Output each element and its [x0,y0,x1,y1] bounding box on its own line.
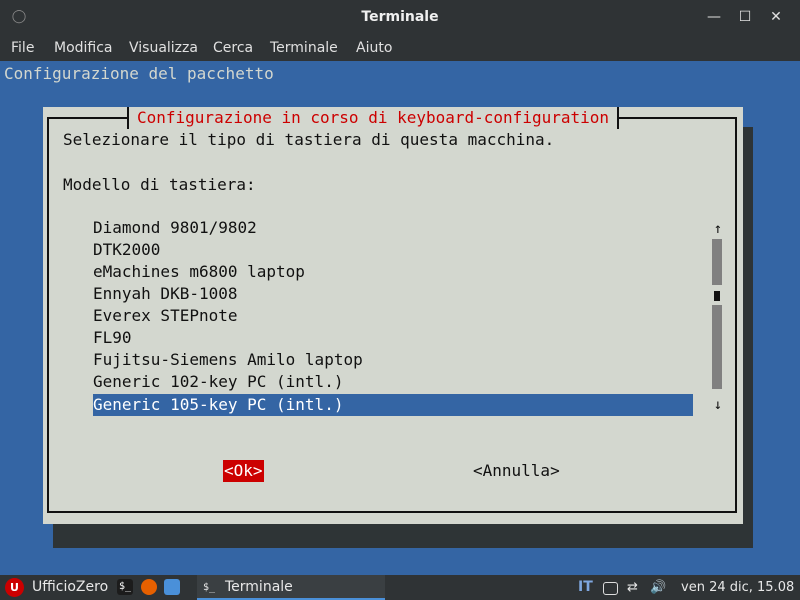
start-menu-icon[interactable]: U [5,578,24,597]
volume-icon[interactable]: 🔊 [650,575,666,600]
start-menu-label[interactable]: UfficioZero [32,575,108,600]
taskbar: U UfficioZero $_ $_ Terminale IT ⇄ 🔊 ven… [0,575,800,600]
terminal-area[interactable]: Configurazione del pacchetto Configurazi… [0,61,800,575]
dialog-title: Configurazione in corso di keyboard-conf… [127,107,620,129]
menu-bar: File Modifica Visualizza Cerca Terminale… [0,35,800,61]
list-item[interactable]: Generic 102-key PC (intl.) [93,371,693,393]
task-label: Terminale [225,579,293,595]
list-item[interactable]: FL90 [93,327,693,349]
list-item[interactable]: DTK2000 [93,239,693,261]
menu-terminale[interactable]: Terminale [270,35,338,61]
menu-modifica[interactable]: Modifica [54,35,113,61]
window-titlebar[interactable]: ◯ Terminale — ☐ ✕ [0,0,800,35]
scrollbar-track[interactable] [712,239,722,389]
scrollbar-thumb[interactable] [714,291,720,301]
dialog-prompt: Selezionare il tipo di tastiera di quest… [63,130,555,149]
list-item[interactable]: Everex STEPnote [93,305,693,327]
scroll-up-icon[interactable]: ↑ [712,219,724,239]
terminal-launcher-icon[interactable]: $_ [117,579,133,595]
network-icon[interactable]: ⇄ [627,575,638,600]
maximize-icon[interactable]: ☐ [734,6,756,28]
ok-button[interactable]: <Ok> [223,460,264,482]
list-item[interactable]: Fujitsu-Siemens Amilo laptop [93,349,693,371]
menu-aiuto[interactable]: Aiuto [356,35,392,61]
list-item[interactable]: eMachines m6800 laptop [93,261,693,283]
close-icon[interactable]: ✕ [765,6,787,28]
keyboard-model-label: Modello di tastiera: [63,175,256,194]
file-manager-icon[interactable] [164,579,180,595]
config-dialog: Configurazione in corso di keyboard-conf… [43,107,743,524]
cancel-button[interactable]: <Annulla> [473,460,560,482]
menu-file[interactable]: File [11,35,34,61]
scroll-down-icon[interactable]: ↓ [712,395,724,415]
task-terminal-icon: $_ [203,582,216,593]
menu-cerca[interactable]: Cerca [213,35,253,61]
minimize-icon[interactable]: — [703,6,725,28]
list-item[interactable]: Diamond 9801/9802 [93,217,693,239]
keyboard-layout-indicator[interactable]: IT [578,575,593,600]
firefox-icon[interactable] [141,579,157,595]
clock[interactable]: ven 24 dic, 15.08 [681,575,794,600]
window-title: Terminale [361,9,439,25]
menu-visualizza[interactable]: Visualizza [129,35,198,61]
task-terminale[interactable]: $_ Terminale [197,575,385,600]
image-icon[interactable] [603,582,618,595]
package-config-header: Configurazione del pacchetto [4,64,274,83]
list-item[interactable]: Ennyah DKB-1008 [93,283,693,305]
list-item-selected[interactable]: Generic 105-key PC (intl.) [93,394,693,416]
